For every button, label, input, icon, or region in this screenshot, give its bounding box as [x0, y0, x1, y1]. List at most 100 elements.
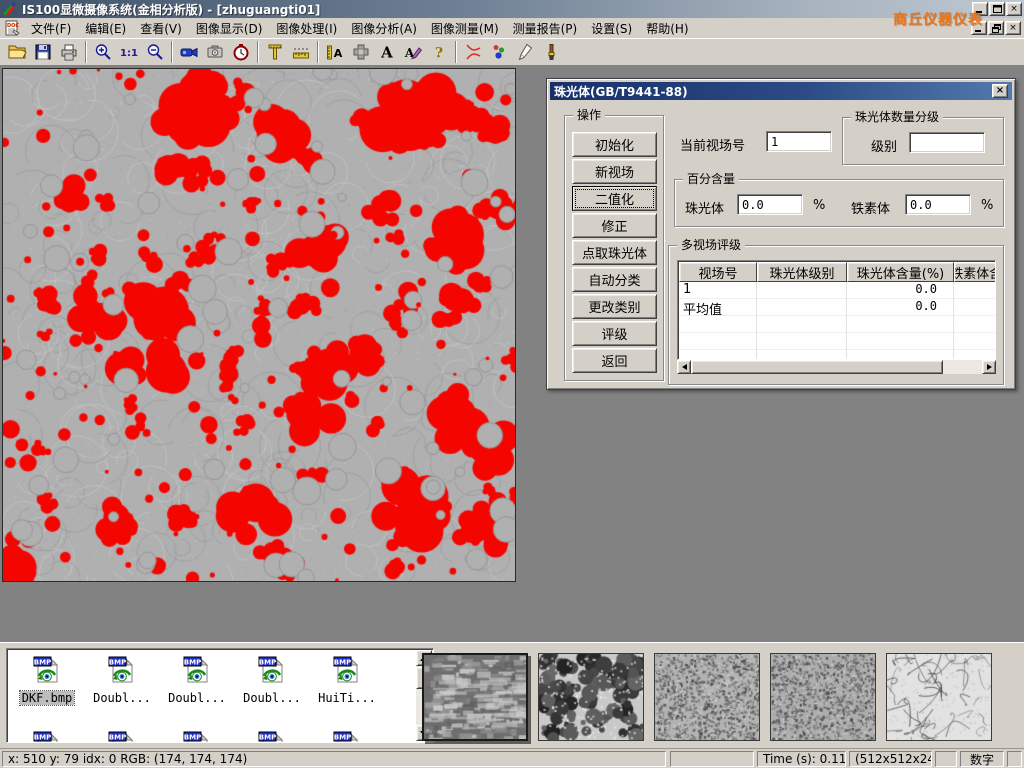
minimize-button[interactable] [972, 2, 988, 16]
file-item-1[interactable]: BMP DKF.bmp [11, 654, 83, 705]
table-header-4[interactable]: 铁素体含量(%) [954, 262, 996, 282]
svg-text:BMP: BMP [109, 734, 126, 742]
micrograph-image[interactable] [3, 69, 515, 581]
thumbnail-4[interactable] [770, 653, 876, 741]
dialog-title-bar[interactable]: 珠光体(GB/T9441-88) × [550, 82, 1012, 100]
table-cell [757, 333, 847, 350]
zoom-out-button[interactable] [142, 40, 168, 64]
bmp-file-icon: BMP [331, 677, 363, 691]
toolbar-separator [85, 41, 87, 63]
table-row-3[interactable] [679, 316, 996, 333]
particles-button[interactable] [486, 40, 512, 64]
app-icon [2, 2, 18, 16]
op-button-3[interactable]: 二值化 [572, 186, 657, 211]
thumbnail-5[interactable] [886, 653, 992, 741]
menu-item-3[interactable]: 查看(V) [133, 18, 189, 39]
menu-item-10[interactable]: 帮助(H) [639, 18, 695, 39]
table-row-4[interactable] [679, 333, 996, 350]
table-header-1[interactable]: 视场号 [679, 262, 757, 282]
op-button-5[interactable]: 点取珠光体 [572, 240, 657, 265]
op-button-7[interactable]: 更改类别 [572, 294, 657, 319]
table-header-3[interactable]: 珠光体含量(%) [847, 262, 954, 282]
file-item-3[interactable]: BMP Doubl... [161, 654, 233, 705]
scroll-left-button[interactable] [677, 360, 691, 374]
maximize-button[interactable] [989, 2, 1005, 16]
op-button-2[interactable]: 新视场 [572, 159, 657, 184]
grade-input[interactable] [909, 132, 985, 153]
ferrite-input[interactable] [905, 194, 971, 215]
current-field-input[interactable] [766, 131, 832, 152]
open-button[interactable] [4, 40, 30, 64]
scroll-right-button[interactable] [982, 360, 996, 374]
thumbnail-2[interactable] [538, 653, 644, 741]
measure-text-button[interactable]: A [322, 40, 348, 64]
particles-icon [489, 42, 509, 62]
menu-item-5[interactable]: 图像处理(I) [269, 18, 344, 39]
file-item-row2-1[interactable]: BMP [11, 729, 83, 743]
print-button[interactable] [56, 40, 82, 64]
text-button[interactable]: A [374, 40, 400, 64]
menu-item-4[interactable]: 图像显示(D) [189, 18, 270, 39]
save-button[interactable] [30, 40, 56, 64]
actual-size-button[interactable]: 1:1 [116, 40, 142, 64]
zoom-in-button[interactable] [90, 40, 116, 64]
menu-item-8[interactable]: 测量报告(P) [506, 18, 585, 39]
op-button-1[interactable]: 初始化 [572, 132, 657, 157]
table-row-2[interactable]: 平均值0.0 [679, 299, 996, 316]
caliper-button[interactable] [262, 40, 288, 64]
mdi-minimize-button[interactable] [971, 21, 987, 35]
rating-table[interactable]: 视场号珠光体级别珠光体含量(%)铁素体含量(%)10.0平均值0.0 [677, 260, 996, 360]
menu-item-9[interactable]: 设置(S) [584, 18, 639, 39]
status-time: Time (s): 0.113 [757, 751, 846, 767]
file-item-row2-5[interactable]: BMP [311, 729, 383, 743]
file-item-4[interactable]: BMP Doubl... [236, 654, 308, 705]
svg-text:BMP: BMP [34, 734, 51, 742]
timer-button[interactable] [228, 40, 254, 64]
menu-item-7[interactable]: 图像测量(M) [424, 18, 506, 39]
pearlite-input[interactable] [737, 194, 803, 215]
bmp-file-icon: BMP [256, 677, 288, 691]
curve-tool-button[interactable] [460, 40, 486, 64]
close-button[interactable]: × [1006, 2, 1022, 16]
status-position: x: 510 y: 79 idx: 0 RGB: (174, 174, 174) [2, 751, 666, 767]
mdi-close-button[interactable]: × [1005, 21, 1021, 35]
file-item-row2-2[interactable]: BMP [86, 729, 158, 743]
table-cell: 0.0 [847, 282, 954, 299]
op-button-9[interactable]: 返回 [572, 348, 657, 373]
op-button-6[interactable]: 自动分类 [572, 267, 657, 292]
op-button-4[interactable]: 修正 [572, 213, 657, 238]
file-browser[interactable]: BMP DKF.bmp BMP BMP Doubl... BMP BMP Dou… [6, 648, 434, 743]
ruler-button[interactable] [288, 40, 314, 64]
menu-item-2[interactable]: 编辑(E) [78, 18, 133, 39]
thumbnail-3[interactable] [654, 653, 760, 741]
window-title: IS100显微摄像系统(金相分析版) - [zhuguangti01] [22, 1, 971, 18]
title-bar: IS100显微摄像系统(金相分析版) - [zhuguangti01] × [0, 0, 1024, 18]
table-cell: 0.0 [847, 299, 954, 316]
file-item-row2-4[interactable]: BMP [236, 729, 308, 743]
grade-label: 级别 [871, 136, 897, 155]
menu-item-1[interactable]: 文件(F) [24, 18, 78, 39]
file-item-row2-3[interactable]: BMP [161, 729, 233, 743]
pen-button[interactable] [512, 40, 538, 64]
video-camera-button[interactable] [176, 40, 202, 64]
table-row-1[interactable]: 10.0 [679, 282, 996, 299]
menu-item-6[interactable]: 图像分析(A) [344, 18, 424, 39]
table-row-5[interactable] [679, 350, 996, 360]
table-hscrollbar[interactable] [677, 360, 996, 374]
file-item-2[interactable]: BMP Doubl... [86, 654, 158, 705]
camera-icon [205, 42, 225, 62]
micrograph-view[interactable] [2, 68, 516, 582]
op-button-8[interactable]: 评级 [572, 321, 657, 346]
hscroll-thumb[interactable] [691, 360, 943, 374]
thumbnail-1[interactable] [422, 653, 528, 741]
file-item-5[interactable]: BMP HuiTi... [311, 654, 383, 705]
mdi-restore-button[interactable] [988, 21, 1004, 35]
merge-button[interactable] [348, 40, 374, 64]
dialog-close-button[interactable]: × [992, 84, 1008, 98]
file-name: DKF.bmp [20, 691, 75, 705]
annotate-button[interactable]: A [400, 40, 426, 64]
table-header-2[interactable]: 珠光体级别 [757, 262, 847, 282]
help-button[interactable]: ? [426, 40, 452, 64]
brush-button[interactable] [538, 40, 564, 64]
camera-button[interactable] [202, 40, 228, 64]
